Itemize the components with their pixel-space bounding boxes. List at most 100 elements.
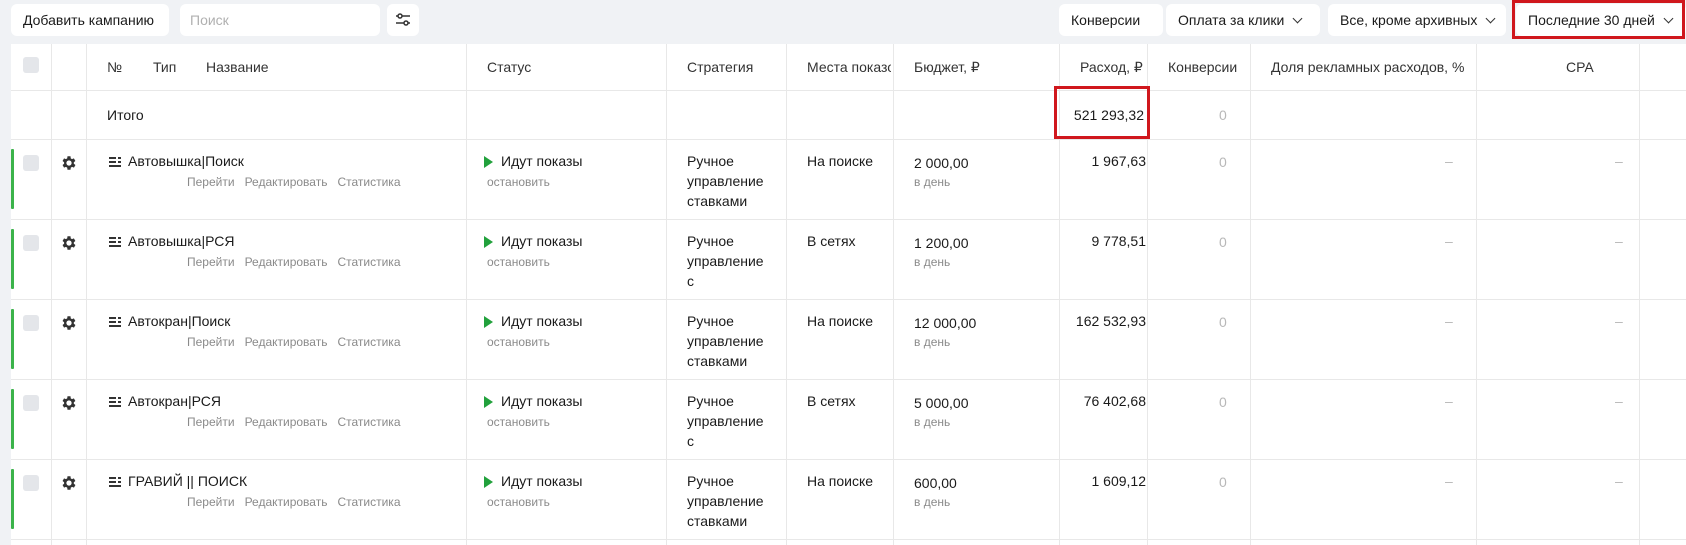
go-link[interactable]: Перейти [187, 415, 235, 429]
chevron-down-icon [1485, 13, 1496, 24]
conversions-value: 0 [1219, 394, 1227, 410]
conversions-value: 0 [1219, 314, 1227, 330]
grid-line [11, 459, 1686, 460]
text-campaign-icon [109, 397, 121, 407]
column-header-strategy[interactable]: Стратегия [687, 57, 753, 77]
column-header-cpa[interactable]: CPA [1566, 57, 1594, 77]
stats-link[interactable]: Статистика [337, 255, 400, 269]
go-link[interactable]: Перейти [187, 495, 235, 509]
edit-link[interactable]: Редактировать [245, 175, 328, 189]
cpa-value: – [1615, 473, 1623, 489]
text-campaign-icon [109, 157, 121, 167]
gear-icon[interactable] [60, 474, 78, 492]
campaigns-table: № Тип Название Статус Стратегия Места по… [11, 44, 1686, 545]
filter-settings-icon [396, 13, 410, 26]
active-indicator [11, 229, 14, 289]
strategy-line-3: ставками [687, 193, 748, 209]
ad-share-value: – [1445, 153, 1453, 169]
budget-value[interactable]: 5 000,00 [914, 393, 969, 413]
budget-value[interactable]: 12 000,00 [914, 313, 976, 333]
stop-link[interactable]: остановить [487, 255, 550, 269]
ad-share-value: – [1445, 473, 1453, 489]
period-dropdown[interactable]: Последние 30 дней [1516, 4, 1686, 36]
campaign-name[interactable]: Автовышка|РСЯ [128, 231, 235, 251]
search-input[interactable]: Поиск [180, 4, 380, 36]
budget-period: в день [914, 335, 951, 349]
campaign-name[interactable]: Автовышка|Поиск [128, 151, 244, 171]
cpa-value: – [1615, 393, 1623, 409]
active-indicator [11, 469, 14, 529]
ad-share-value: – [1445, 233, 1453, 249]
placement: На поиске [807, 153, 874, 169]
strategy-line-2: управление [687, 493, 764, 509]
go-link[interactable]: Перейти [187, 335, 235, 349]
gear-icon[interactable] [60, 314, 78, 332]
stop-link[interactable]: остановить [487, 495, 550, 509]
payment-dropdown[interactable]: Оплата за клики [1166, 4, 1320, 36]
strategy-line-2: управление [687, 173, 764, 189]
go-link[interactable]: Перейти [187, 255, 235, 269]
stop-link[interactable]: остановить [487, 175, 550, 189]
go-link[interactable]: Перейти [187, 175, 235, 189]
grid-line [666, 44, 667, 545]
row-checkbox[interactable] [23, 315, 39, 331]
add-campaign-button[interactable]: Добавить кампанию [11, 4, 169, 36]
grid-line [11, 299, 1686, 300]
select-all-checkbox[interactable] [23, 57, 39, 73]
stop-link[interactable]: остановить [487, 335, 550, 349]
grid-line [51, 44, 52, 545]
strategy-line-1: Ручное [687, 313, 734, 329]
stats-link[interactable]: Статистика [337, 495, 400, 509]
column-header-number[interactable]: № [107, 57, 122, 77]
budget-period: в день [914, 415, 951, 429]
column-header-spend[interactable]: Расход, ₽ [1080, 57, 1143, 77]
active-indicator [11, 389, 14, 449]
campaign-name[interactable]: Автокран|РСЯ [128, 391, 221, 411]
edit-link[interactable]: Редактировать [245, 255, 328, 269]
gear-icon[interactable] [60, 154, 78, 172]
row-checkbox[interactable] [23, 475, 39, 491]
column-header-status[interactable]: Статус [487, 57, 531, 77]
campaign-name[interactable]: ГРАВИЙ || ПОИСК [128, 471, 247, 491]
status-text: Идут показы [501, 313, 583, 329]
column-header-type[interactable]: Тип [153, 57, 176, 77]
edit-link[interactable]: Редактировать [245, 495, 328, 509]
text-campaign-icon [109, 477, 121, 487]
budget-period: в день [914, 495, 951, 509]
grid-line [893, 44, 894, 545]
archive-filter-dropdown[interactable]: Все, кроме архивных [1328, 4, 1506, 36]
stats-link[interactable]: Статистика [337, 415, 400, 429]
gear-icon[interactable] [60, 394, 78, 412]
budget-value[interactable]: 2 000,00 [914, 153, 969, 173]
conversions-button[interactable]: Конверсии [1059, 4, 1163, 36]
conversions-value: 0 [1219, 474, 1227, 490]
spend-value: 9 778,51 [1091, 233, 1147, 249]
budget-value[interactable]: 1 200,00 [914, 233, 969, 253]
edit-link[interactable]: Редактировать [245, 415, 328, 429]
campaign-name[interactable]: Автокран|Поиск [128, 311, 230, 331]
gear-icon[interactable] [60, 234, 78, 252]
stats-link[interactable]: Статистика [337, 335, 400, 349]
stats-link[interactable]: Статистика [337, 175, 400, 189]
row-checkbox[interactable] [23, 395, 39, 411]
budget-value[interactable]: 600,00 [914, 473, 957, 493]
campaign-links: Перейти Редактировать Статистика [187, 415, 411, 429]
play-icon [484, 476, 493, 488]
column-header-conversions[interactable]: Конверсии [1168, 57, 1237, 77]
grid-line [786, 44, 787, 545]
ad-share-value: – [1445, 393, 1453, 409]
column-header-name[interactable]: Название [206, 57, 269, 77]
spend-value: 162 532,93 [1075, 313, 1146, 329]
filter-settings-button[interactable] [387, 4, 419, 36]
column-header-placement[interactable]: Места показов [807, 57, 891, 77]
column-header-ad-share[interactable]: Доля рекламных расходов, % [1271, 57, 1464, 77]
campaign-links: Перейти Редактировать Статистика [187, 255, 411, 269]
column-header-budget[interactable]: Бюджет, ₽ [914, 57, 980, 77]
stop-link[interactable]: остановить [487, 415, 550, 429]
strategy-line-1: Ручное [687, 153, 734, 169]
grid-line [466, 44, 467, 545]
grid-line [1639, 44, 1640, 545]
edit-link[interactable]: Редактировать [245, 335, 328, 349]
row-checkbox[interactable] [23, 235, 39, 251]
row-checkbox[interactable] [23, 155, 39, 171]
